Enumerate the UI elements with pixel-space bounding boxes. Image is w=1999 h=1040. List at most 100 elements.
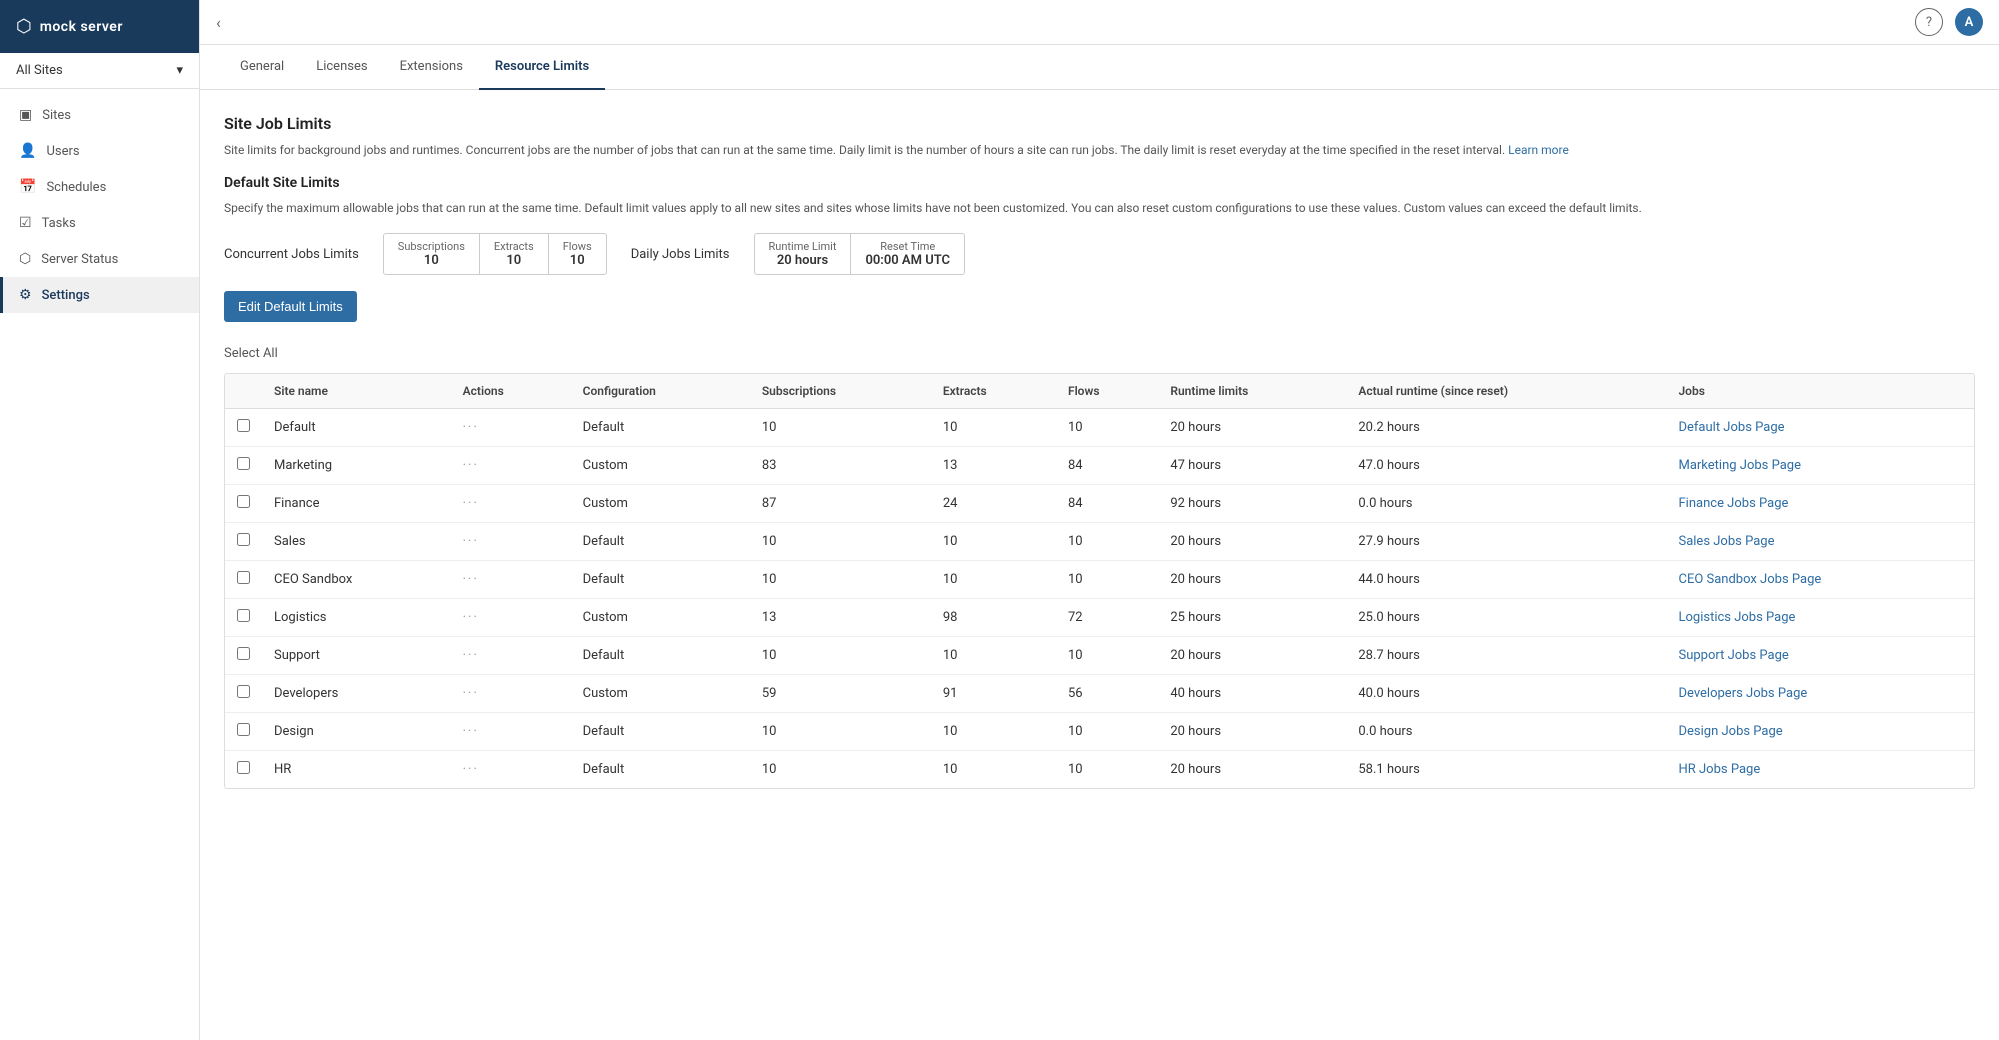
- cell-site-name: Marketing: [262, 447, 451, 485]
- cell-actions[interactable]: ···: [451, 485, 571, 523]
- th-runtime-limits: Runtime limits: [1158, 374, 1346, 409]
- cell-configuration: Custom: [571, 599, 750, 637]
- cell-subscriptions: 13: [750, 599, 931, 637]
- select-all[interactable]: Select All: [224, 346, 1975, 361]
- cell-subscriptions: 10: [750, 637, 931, 675]
- learn-more-link[interactable]: Learn more: [1508, 143, 1569, 157]
- row-checkbox[interactable]: [237, 457, 250, 470]
- cell-flows: 10: [1056, 713, 1158, 751]
- cell-jobs-link[interactable]: Logistics Jobs Page: [1666, 599, 1974, 637]
- row-checkbox[interactable]: [237, 685, 250, 698]
- cell-jobs-link[interactable]: Sales Jobs Page: [1666, 523, 1974, 561]
- collapse-button[interactable]: ‹: [216, 13, 221, 32]
- cell-jobs-link[interactable]: HR Jobs Page: [1666, 751, 1974, 789]
- th-subscriptions: Subscriptions: [750, 374, 931, 409]
- cell-configuration: Custom: [571, 447, 750, 485]
- th-site-name: Site name: [262, 374, 451, 409]
- cell-jobs-link[interactable]: Design Jobs Page: [1666, 713, 1974, 751]
- sidebar-item-server-status-label: Server Status: [41, 252, 118, 267]
- settings-icon: ⚙: [19, 287, 32, 303]
- cell-runtime-limits: 20 hours: [1158, 409, 1346, 447]
- table-row: Finance ··· Custom 87 24 84 92 hours 0.0…: [225, 485, 1974, 523]
- table-header-row: Site name Actions Configuration Subscrip…: [225, 374, 1974, 409]
- cell-subscriptions: 59: [750, 675, 931, 713]
- cell-configuration: Default: [571, 561, 750, 599]
- table-row: Logistics ··· Custom 13 98 72 25 hours 2…: [225, 599, 1974, 637]
- cell-actions[interactable]: ···: [451, 637, 571, 675]
- cell-jobs-link[interactable]: Default Jobs Page: [1666, 409, 1974, 447]
- cell-actual-runtime: 20.2 hours: [1346, 409, 1666, 447]
- cell-actions[interactable]: ···: [451, 561, 571, 599]
- avatar[interactable]: A: [1955, 8, 1983, 36]
- cell-actions[interactable]: ···: [451, 751, 571, 789]
- tab-resource-limits[interactable]: Resource Limits: [479, 45, 605, 90]
- cell-jobs-link[interactable]: CEO Sandbox Jobs Page: [1666, 561, 1974, 599]
- cell-actions[interactable]: ···: [451, 713, 571, 751]
- logo-icon: ⬡: [16, 16, 32, 37]
- cell-subscriptions: 83: [750, 447, 931, 485]
- cell-flows: 10: [1056, 751, 1158, 789]
- site-selector[interactable]: All Sites ▾: [0, 53, 199, 89]
- table-header: Site name Actions Configuration Subscrip…: [225, 374, 1974, 409]
- table-row: Design ··· Default 10 10 10 20 hours 0.0…: [225, 713, 1974, 751]
- table-row: Developers ··· Custom 59 91 56 40 hours …: [225, 675, 1974, 713]
- cell-configuration: Default: [571, 713, 750, 751]
- sidebar-item-server-status[interactable]: ⬡ Server Status: [0, 241, 199, 277]
- cell-actions[interactable]: ···: [451, 523, 571, 561]
- sidebar-item-settings-label: Settings: [42, 288, 90, 303]
- row-checkbox[interactable]: [237, 571, 250, 584]
- cell-actual-runtime: 0.0 hours: [1346, 485, 1666, 523]
- sidebar-item-users[interactable]: 👤 Users: [0, 133, 199, 169]
- row-checkbox-cell: [225, 447, 262, 485]
- tasks-icon: ☑: [19, 215, 32, 231]
- cell-flows: 10: [1056, 561, 1158, 599]
- cell-actions[interactable]: ···: [451, 599, 571, 637]
- cell-actions[interactable]: ···: [451, 447, 571, 485]
- row-checkbox[interactable]: [237, 419, 250, 432]
- sidebar-item-settings[interactable]: ⚙ Settings: [0, 277, 199, 313]
- row-checkbox[interactable]: [237, 647, 250, 660]
- sidebar-item-schedules[interactable]: 📅 Schedules: [0, 169, 199, 205]
- sidebar-item-sites[interactable]: ▣ Sites: [0, 97, 199, 133]
- cell-configuration: Default: [571, 523, 750, 561]
- cell-actions[interactable]: ···: [451, 409, 571, 447]
- sidebar-item-schedules-label: Schedules: [46, 180, 106, 195]
- topbar-right: ? A: [1915, 8, 1983, 36]
- cell-jobs-link[interactable]: Support Jobs Page: [1666, 637, 1974, 675]
- tab-extensions[interactable]: Extensions: [384, 45, 479, 90]
- cell-flows: 10: [1056, 637, 1158, 675]
- sidebar-item-tasks[interactable]: ☑ Tasks: [0, 205, 199, 241]
- row-checkbox[interactable]: [237, 723, 250, 736]
- tab-licenses[interactable]: Licenses: [300, 45, 383, 90]
- flows-label: Flows: [563, 240, 592, 253]
- table-row: CEO Sandbox ··· Default 10 10 10 20 hour…: [225, 561, 1974, 599]
- sites-icon: ▣: [19, 107, 32, 123]
- cell-actions[interactable]: ···: [451, 675, 571, 713]
- row-checkbox[interactable]: [237, 495, 250, 508]
- row-checkbox-cell: [225, 409, 262, 447]
- cell-runtime-limits: 20 hours: [1158, 751, 1346, 789]
- cell-runtime-limits: 20 hours: [1158, 713, 1346, 751]
- cell-site-name: HR: [262, 751, 451, 789]
- tab-general[interactable]: General: [224, 45, 300, 90]
- row-checkbox-cell: [225, 599, 262, 637]
- row-checkbox[interactable]: [237, 533, 250, 546]
- help-button[interactable]: ?: [1915, 8, 1943, 36]
- cell-extracts: 98: [931, 599, 1056, 637]
- table-row: Default ··· Default 10 10 10 20 hours 20…: [225, 409, 1974, 447]
- cell-jobs-link[interactable]: Finance Jobs Page: [1666, 485, 1974, 523]
- runtime-limit-value: 20 hours: [769, 253, 837, 268]
- edit-default-limits-button[interactable]: Edit Default Limits: [224, 291, 357, 322]
- th-jobs: Jobs: [1666, 374, 1974, 409]
- cell-jobs-link[interactable]: Marketing Jobs Page: [1666, 447, 1974, 485]
- cell-jobs-link[interactable]: Developers Jobs Page: [1666, 675, 1974, 713]
- row-checkbox-cell: [225, 485, 262, 523]
- cell-site-name: Developers: [262, 675, 451, 713]
- logo-text: mock server: [40, 19, 123, 35]
- row-checkbox[interactable]: [237, 609, 250, 622]
- cell-extracts: 13: [931, 447, 1056, 485]
- row-checkbox[interactable]: [237, 761, 250, 774]
- cell-subscriptions: 10: [750, 523, 931, 561]
- cell-runtime-limits: 92 hours: [1158, 485, 1346, 523]
- cell-extracts: 10: [931, 713, 1056, 751]
